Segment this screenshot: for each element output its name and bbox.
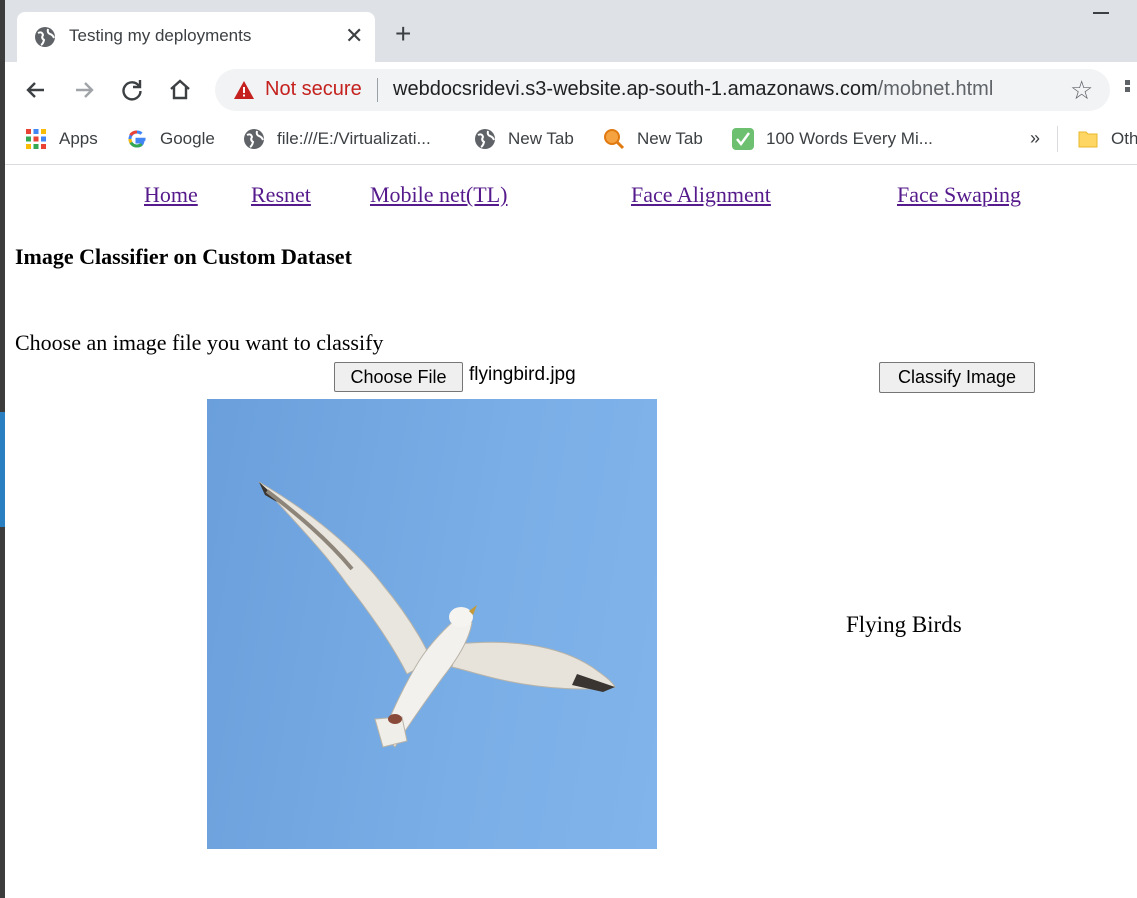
forward-icon[interactable] xyxy=(70,76,98,104)
page-title: Image Classifier on Custom Dataset xyxy=(15,244,352,269)
folder-icon xyxy=(1078,131,1098,148)
bookmark-label: Oth xyxy=(1111,129,1137,148)
bookmarks-overflow-button[interactable]: » xyxy=(1030,128,1040,149)
upload-prompt: Choose an image file you want to classif… xyxy=(15,330,384,355)
google-icon xyxy=(128,130,146,148)
bookmark-label: file:///E:/Virtualizati... xyxy=(277,129,431,148)
bookmark-100-words[interactable]: 100 Words Every Mi... xyxy=(732,128,933,150)
url-host: webdocsridevi.s3-website.ap-south-1.amaz… xyxy=(393,78,878,100)
magnifier-icon xyxy=(604,129,625,150)
bookmarks-bar: Apps Google file:///E:/Virtualizati... N… xyxy=(5,118,1137,165)
selected-file-name: flyingbird.jpg xyxy=(469,364,576,385)
bookmark-new-tab-2[interactable]: New Tab xyxy=(603,128,703,150)
nav-link-resnet[interactable]: Resnet xyxy=(251,182,311,208)
globe-icon xyxy=(475,129,495,149)
apps-grid-icon xyxy=(26,129,46,149)
security-label[interactable]: Not secure xyxy=(265,78,362,101)
classify-image-button[interactable]: Classify Image xyxy=(879,362,1035,393)
tab-strip: Testing my deployments ✕ + xyxy=(5,0,1137,62)
bookmark-new-tab-1[interactable]: New Tab xyxy=(474,128,574,150)
nav-link-face-alignment[interactable]: Face Alignment xyxy=(631,182,771,208)
bookmark-label: Apps xyxy=(59,129,98,148)
bookmarks-divider xyxy=(1057,126,1058,152)
reload-icon[interactable] xyxy=(118,76,146,104)
new-tab-button[interactable]: + xyxy=(395,20,411,48)
close-icon[interactable]: ✕ xyxy=(345,24,363,48)
home-icon[interactable] xyxy=(166,76,194,104)
nav-link-mobilenet[interactable]: Mobile net(TL) xyxy=(370,182,507,208)
bookmark-apps[interactable]: Apps xyxy=(25,128,98,150)
url-text[interactable]: webdocsridevi.s3-website.ap-south-1.amaz… xyxy=(393,78,993,101)
browser-tab[interactable]: Testing my deployments ✕ xyxy=(17,12,375,62)
bookmark-star-icon[interactable]: ☆ xyxy=(1070,75,1093,106)
bookmark-label: New Tab xyxy=(637,129,703,148)
back-icon[interactable] xyxy=(22,76,50,104)
flying-bird-image xyxy=(258,481,616,748)
warning-icon[interactable] xyxy=(233,80,255,100)
globe-icon xyxy=(244,129,264,149)
bookmark-other[interactable]: Oth xyxy=(1077,128,1137,150)
address-divider xyxy=(377,78,378,102)
browser-toolbar: Not secure webdocsridevi.s3-website.ap-s… xyxy=(5,62,1137,118)
nav-link-home[interactable]: Home xyxy=(144,182,198,208)
bookmark-label: Google xyxy=(160,129,215,148)
bookmark-google[interactable]: Google xyxy=(126,128,215,150)
bookmark-file[interactable]: file:///E:/Virtualizati... xyxy=(243,128,431,150)
url-path: /mobnet.html xyxy=(877,78,994,100)
minimize-button[interactable] xyxy=(1093,12,1109,14)
page-content: Home Resnet Mobile net(TL) Face Alignmen… xyxy=(5,165,1137,898)
extension-icon[interactable] xyxy=(1125,80,1137,92)
globe-icon xyxy=(35,27,55,47)
checkmark-icon xyxy=(732,128,754,150)
tab-title: Testing my deployments xyxy=(69,26,252,45)
nav-link-face-swaping[interactable]: Face Swaping xyxy=(897,182,1021,208)
image-preview xyxy=(207,399,657,849)
choose-file-button[interactable]: Choose File xyxy=(334,362,463,392)
bookmark-label: New Tab xyxy=(508,129,574,148)
classification-result: Flying Birds xyxy=(846,612,962,637)
address-bar[interactable]: Not secure webdocsridevi.s3-website.ap-s… xyxy=(215,69,1110,111)
bookmark-label: 100 Words Every Mi... xyxy=(766,129,933,148)
